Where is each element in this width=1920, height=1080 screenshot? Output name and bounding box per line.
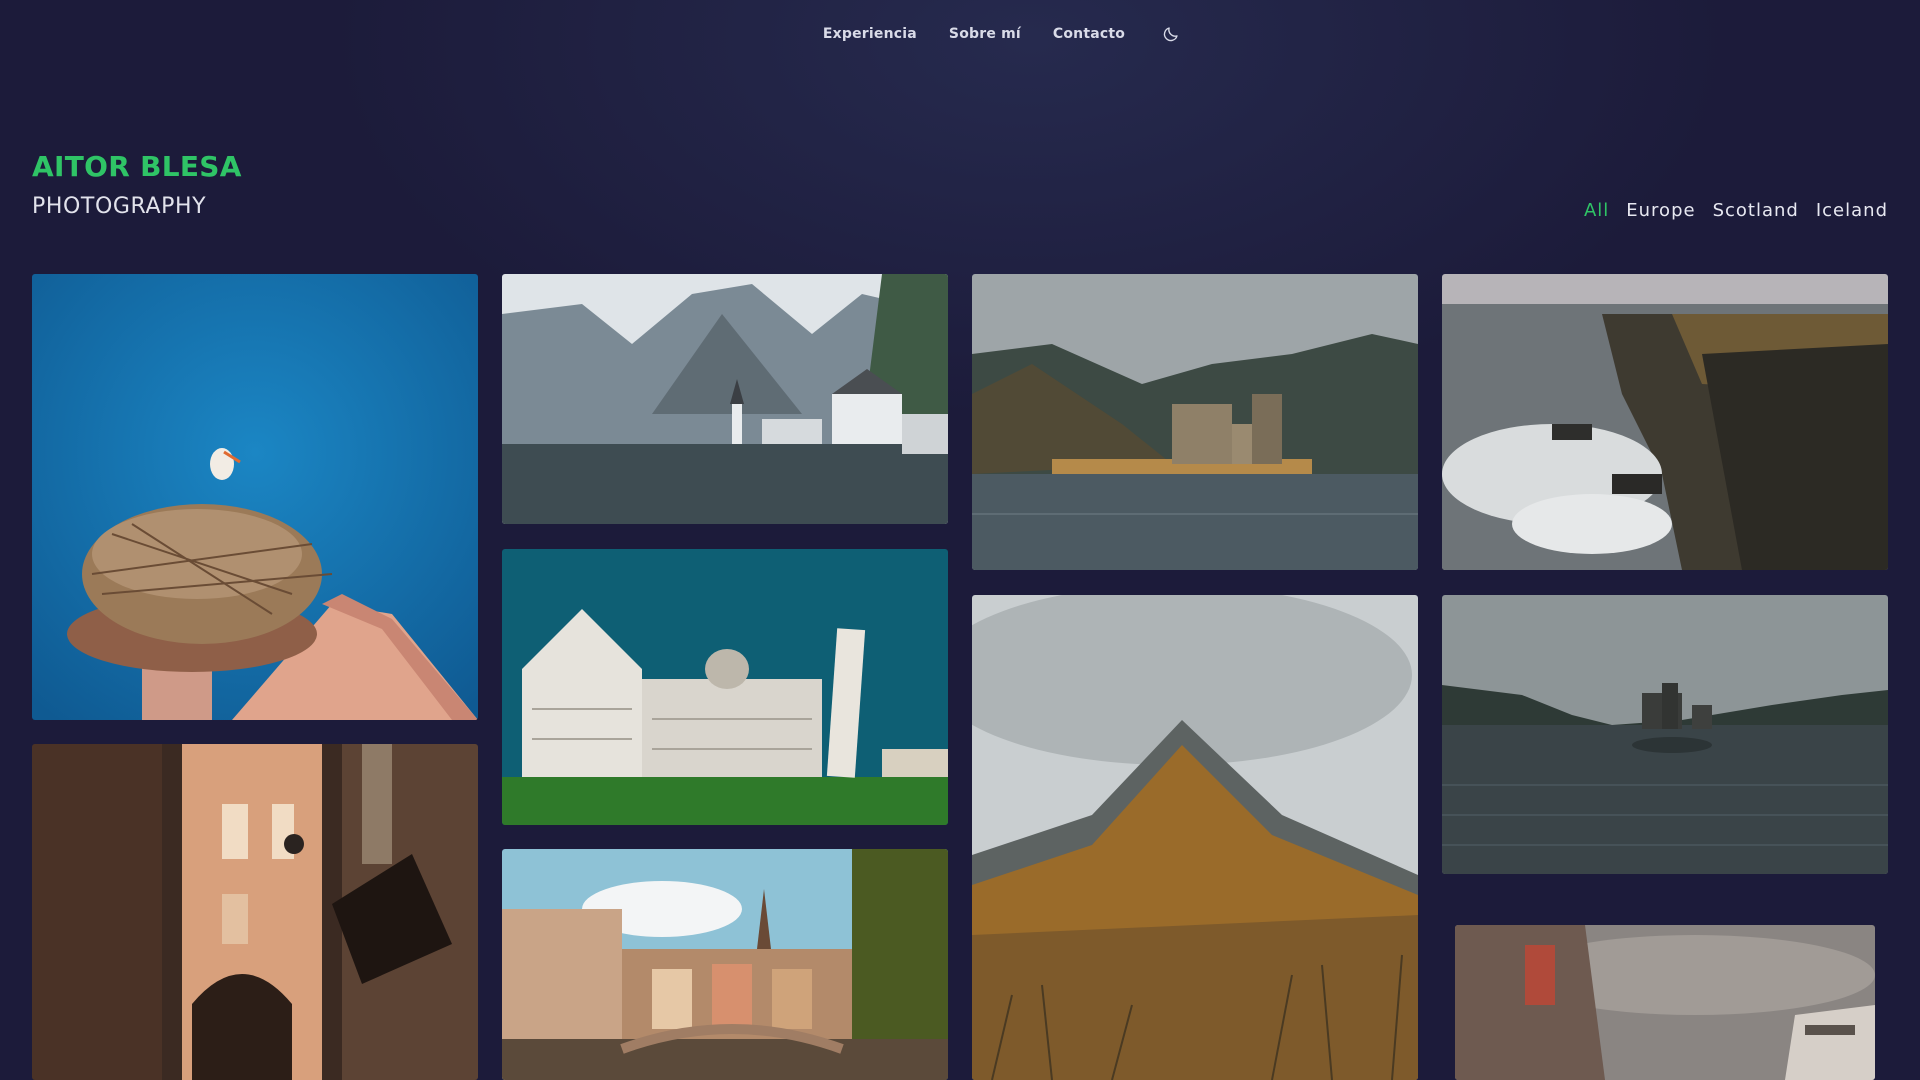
brand-name: AITOR BLESA (32, 150, 242, 183)
top-nav: Experiencia Sobre mí Contacto (0, 22, 1920, 46)
brand: AITOR BLESA PHOTOGRAPHY (32, 150, 242, 222)
nav-link-sobre-mi[interactable]: Sobre mí (949, 26, 1021, 42)
photo-old-town-alley[interactable] (32, 744, 478, 1080)
filter-europe[interactable]: Europe (1626, 200, 1695, 221)
filter-iceland[interactable]: Iceland (1816, 200, 1888, 221)
photo-eilean-donan[interactable] (1442, 595, 1888, 874)
filter-all[interactable]: All (1584, 200, 1609, 221)
top-nav-links: Experiencia Sobre mí Contacto (823, 22, 1183, 46)
nav-link-experiencia[interactable]: Experiencia (823, 26, 917, 42)
photo-iceland-cliffs[interactable] (1442, 274, 1888, 570)
nav-link-contacto[interactable]: Contacto (1053, 26, 1125, 42)
filter-scotland[interactable]: Scotland (1713, 200, 1799, 221)
photo-kilchurn-castle[interactable] (972, 274, 1418, 570)
photo-buachaille-mountain[interactable] (972, 595, 1418, 1080)
brand-subtitle: PHOTOGRAPHY (32, 194, 207, 219)
moon-icon (1163, 27, 1178, 42)
theme-toggle-button[interactable] (1159, 22, 1183, 46)
photo-stork-nest[interactable] (32, 274, 478, 720)
photo-urban-sky[interactable] (1455, 925, 1875, 1080)
gallery-filters: All Europe Scotland Iceland (1584, 200, 1888, 221)
photo-hallstatt-lake[interactable] (502, 274, 948, 524)
photo-pisa-cathedral[interactable] (502, 549, 948, 825)
photo-strasbourg-canal[interactable] (502, 849, 948, 1080)
